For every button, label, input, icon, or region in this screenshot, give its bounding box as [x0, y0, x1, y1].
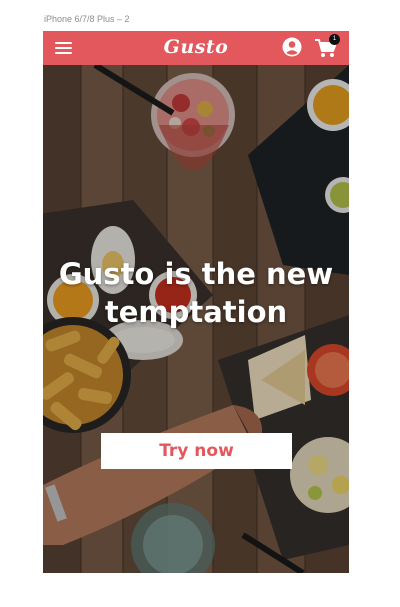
hero-headline-line1: Gusto is the new — [58, 257, 334, 291]
artboard-label: iPhone 6/7/8 Plus – 2 — [44, 14, 130, 24]
hero-headline: Gusto is the new temptation — [43, 255, 349, 331]
hero-headline-line2: temptation — [104, 295, 288, 329]
hero-section: Gusto is the new temptation Try now — [43, 65, 349, 573]
cart-badge: 1 — [329, 34, 340, 45]
try-now-button[interactable]: Try now — [101, 433, 292, 469]
user-icon[interactable] — [282, 37, 302, 57]
navbar: Gusto 1 — [43, 31, 349, 65]
phone-screen: Gusto 1 Gusto is the new temptation Try … — [43, 31, 349, 573]
logo[interactable]: Gusto — [43, 36, 349, 58]
